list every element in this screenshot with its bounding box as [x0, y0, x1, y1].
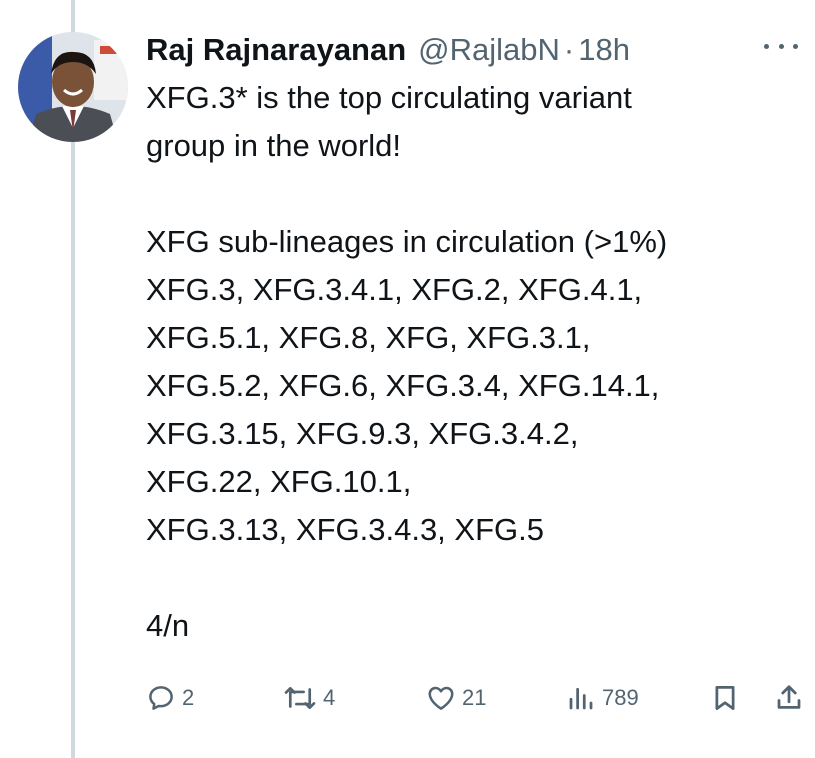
bookmark-icon [715, 686, 735, 710]
author-name[interactable]: Raj Rajnarayanan [146, 32, 406, 68]
separator-dot: · [563, 32, 575, 67]
author-handle[interactable]: @RajlabN [418, 32, 560, 68]
like-count: 21 [462, 685, 487, 710]
avatar-image [18, 32, 128, 142]
share-button[interactable] [774, 678, 804, 718]
more-options-button[interactable] [764, 36, 798, 56]
reply-count: 2 [182, 685, 195, 710]
share-icon [777, 685, 801, 709]
repost-count: 4 [323, 685, 336, 710]
action-bar: 2 4 21 789 [146, 678, 806, 718]
heart-icon [428, 686, 454, 710]
tweet-text: XFG.3* is the top circulating variant gr… [146, 80, 668, 643]
like-button[interactable]: 21 [426, 678, 486, 718]
repost-icon [284, 686, 316, 710]
repost-button[interactable]: 4 [283, 678, 335, 718]
reply-button[interactable]: 2 [146, 678, 194, 718]
timestamp[interactable]: 18h [578, 32, 630, 68]
avatar[interactable] [18, 32, 128, 142]
more-horizontal-icon [764, 43, 769, 49]
tweet-content: Raj Rajnarayanan @RajlabN · 18h XFG.3* i… [146, 28, 798, 650]
views-button[interactable]: 789 [566, 678, 639, 718]
views-icon [569, 687, 593, 710]
views-count: 789 [602, 685, 639, 710]
reply-icon [149, 686, 173, 710]
bookmark-button[interactable] [710, 678, 740, 718]
tweet-header: Raj Rajnarayanan @RajlabN · 18h [146, 28, 796, 72]
